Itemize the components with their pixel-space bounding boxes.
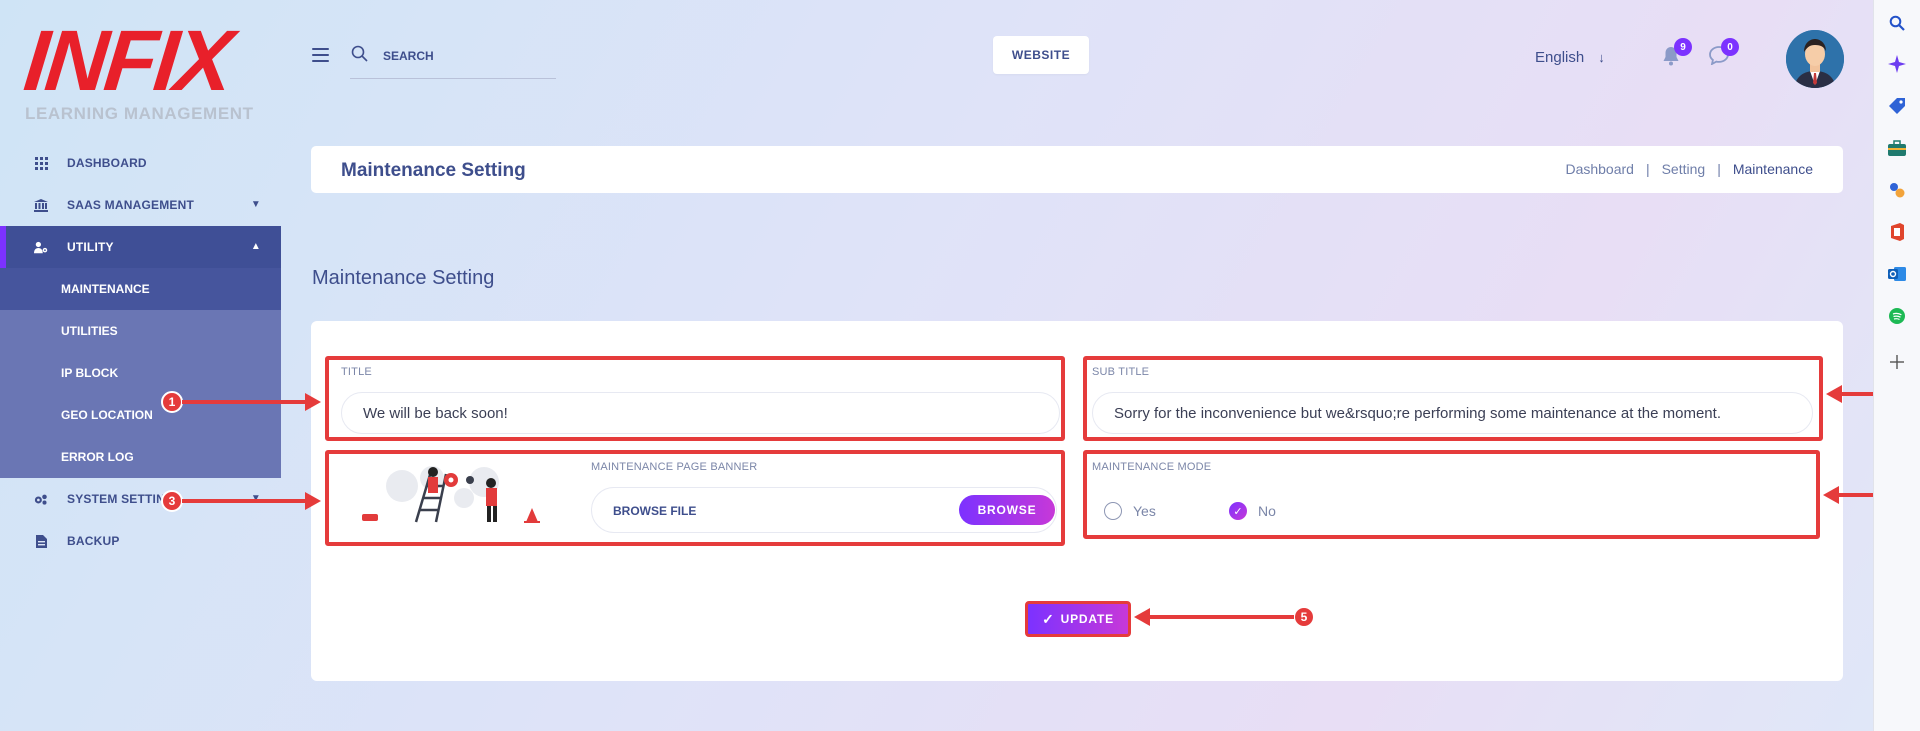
annotation-arrow: [1150, 615, 1294, 619]
breadcrumb: Dashboard | Setting | Maintenance: [1565, 161, 1813, 177]
tag-icon[interactable]: [1887, 96, 1907, 116]
title-label: TITLE: [341, 366, 372, 378]
message-count-badge: 0: [1721, 38, 1739, 56]
page-header-card: Maintenance Setting Dashboard | Setting …: [311, 146, 1843, 193]
outlook-icon[interactable]: [1887, 264, 1907, 284]
sidebar: INFIX LEARNING MANAGEMENT DASHBOARD SAAS…: [0, 0, 281, 731]
utility-submenu: MAINTENANCE UTILITIES IP BLOCK GEO LOCAT…: [0, 268, 281, 478]
annotation-arrowhead: [1134, 608, 1150, 626]
subtitle-label: SUB TITLE: [1092, 366, 1150, 378]
sidebar-item-label: BACKUP: [67, 534, 120, 548]
maintenance-mode-label: MAINTENANCE MODE: [1092, 461, 1212, 473]
breadcrumb-dashboard[interactable]: Dashboard: [1565, 161, 1634, 177]
page-title: Maintenance Setting: [341, 160, 526, 181]
copilot-sparkle-icon[interactable]: [1887, 54, 1907, 74]
radio-label-yes: Yes: [1133, 503, 1156, 519]
sidebar-item-saas-management[interactable]: SAAS MANAGEMENT ▼: [0, 184, 281, 226]
search-icon: [351, 45, 369, 63]
browser-side-panel: [1873, 0, 1920, 731]
annotation-marker-5: 5: [1293, 606, 1315, 628]
language-selector[interactable]: English ↓: [1535, 49, 1605, 66]
radio-circle: [1104, 502, 1122, 520]
brand-logo[interactable]: INFIX LEARNING MANAGEMENT: [20, 13, 255, 123]
menu-toggle-icon[interactable]: [312, 48, 329, 62]
gears-icon: [34, 492, 48, 506]
radio-label-no: No: [1258, 503, 1276, 519]
annotation-arrow: [182, 400, 307, 404]
office-icon[interactable]: [1887, 222, 1907, 242]
caret-up-icon: ▲: [250, 241, 261, 252]
annotation-arrowhead: [1823, 486, 1839, 504]
browse-file-placeholder: BROWSE FILE: [613, 504, 697, 518]
spotify-icon[interactable]: [1887, 306, 1907, 326]
sidebar-item-label: UTILITY: [67, 240, 114, 254]
submenu-item-utilities[interactable]: UTILITIES: [0, 310, 281, 352]
sidebar-item-label: SAAS MANAGEMENT: [67, 198, 195, 212]
sidebar-item-backup[interactable]: BACKUP: [0, 520, 281, 562]
notification-bell-icon[interactable]: 9: [1662, 38, 1692, 66]
annotation-arrow: [182, 499, 307, 503]
submenu-item-maintenance[interactable]: MAINTENANCE: [0, 268, 281, 310]
annotation-marker-3: 3: [161, 490, 183, 512]
check-icon: ✓: [1229, 502, 1247, 520]
breadcrumb-maintenance: Maintenance: [1732, 161, 1813, 177]
chat-icon[interactable]: 0: [1709, 38, 1739, 66]
banner-file-field[interactable]: BROWSE FILE BROWSE: [591, 487, 1057, 533]
file-icon: [34, 534, 48, 548]
section-title: Maintenance Setting: [312, 267, 495, 289]
update-button[interactable]: ✓ UPDATE: [1025, 601, 1131, 637]
annotation-arrowhead: [305, 393, 321, 411]
annotation-arrowhead: [1826, 385, 1842, 403]
sidebar-item-utility[interactable]: UTILITY ▲: [0, 226, 281, 268]
annotation-marker-1: 1: [161, 391, 183, 413]
browse-button[interactable]: BROWSE: [959, 495, 1055, 525]
mode-radio-yes[interactable]: Yes: [1104, 502, 1156, 520]
banner-label: MAINTENANCE PAGE BANNER: [591, 461, 758, 473]
plus-icon[interactable]: [1887, 352, 1907, 372]
breadcrumb-separator: |: [1645, 161, 1650, 177]
search-bar: [350, 42, 556, 79]
website-button[interactable]: WEBSITE: [993, 36, 1089, 74]
search-input[interactable]: [383, 47, 553, 65]
breadcrumb-setting[interactable]: Setting: [1662, 161, 1706, 177]
sidebar-item-dashboard[interactable]: DASHBOARD: [0, 142, 281, 184]
title-input[interactable]: [341, 392, 1060, 434]
mode-radio-no[interactable]: ✓ No: [1229, 502, 1276, 520]
caret-down-icon: ▼: [250, 199, 261, 210]
sidebar-item-label: DASHBOARD: [67, 156, 147, 170]
avatar[interactable]: [1786, 30, 1844, 88]
annotation-arrow: [1839, 493, 1877, 497]
annotation-arrowhead: [305, 492, 321, 510]
subtitle-input[interactable]: [1092, 392, 1813, 434]
bank-icon: [34, 198, 48, 212]
games-icon[interactable]: [1887, 180, 1907, 200]
search-icon[interactable]: [1887, 13, 1907, 33]
app-window: INFIX LEARNING MANAGEMENT DASHBOARD SAAS…: [0, 0, 1898, 731]
submenu-item-ip-block[interactable]: IP BLOCK: [0, 352, 281, 394]
maintenance-banner-image: [354, 458, 544, 524]
arrow-down-icon: ↓: [1598, 50, 1605, 65]
check-icon: ✓: [1042, 610, 1055, 627]
grid-icon: [34, 156, 48, 170]
logo-wordmark: INFIX: [19, 13, 235, 109]
user-gear-icon: [34, 240, 48, 254]
breadcrumb-separator: |: [1717, 161, 1721, 177]
submenu-item-error-log[interactable]: ERROR LOG: [0, 436, 281, 478]
language-label: English: [1535, 49, 1585, 66]
update-button-label: UPDATE: [1060, 612, 1114, 626]
notification-count-badge: 9: [1674, 38, 1692, 56]
briefcase-icon[interactable]: [1887, 138, 1907, 158]
